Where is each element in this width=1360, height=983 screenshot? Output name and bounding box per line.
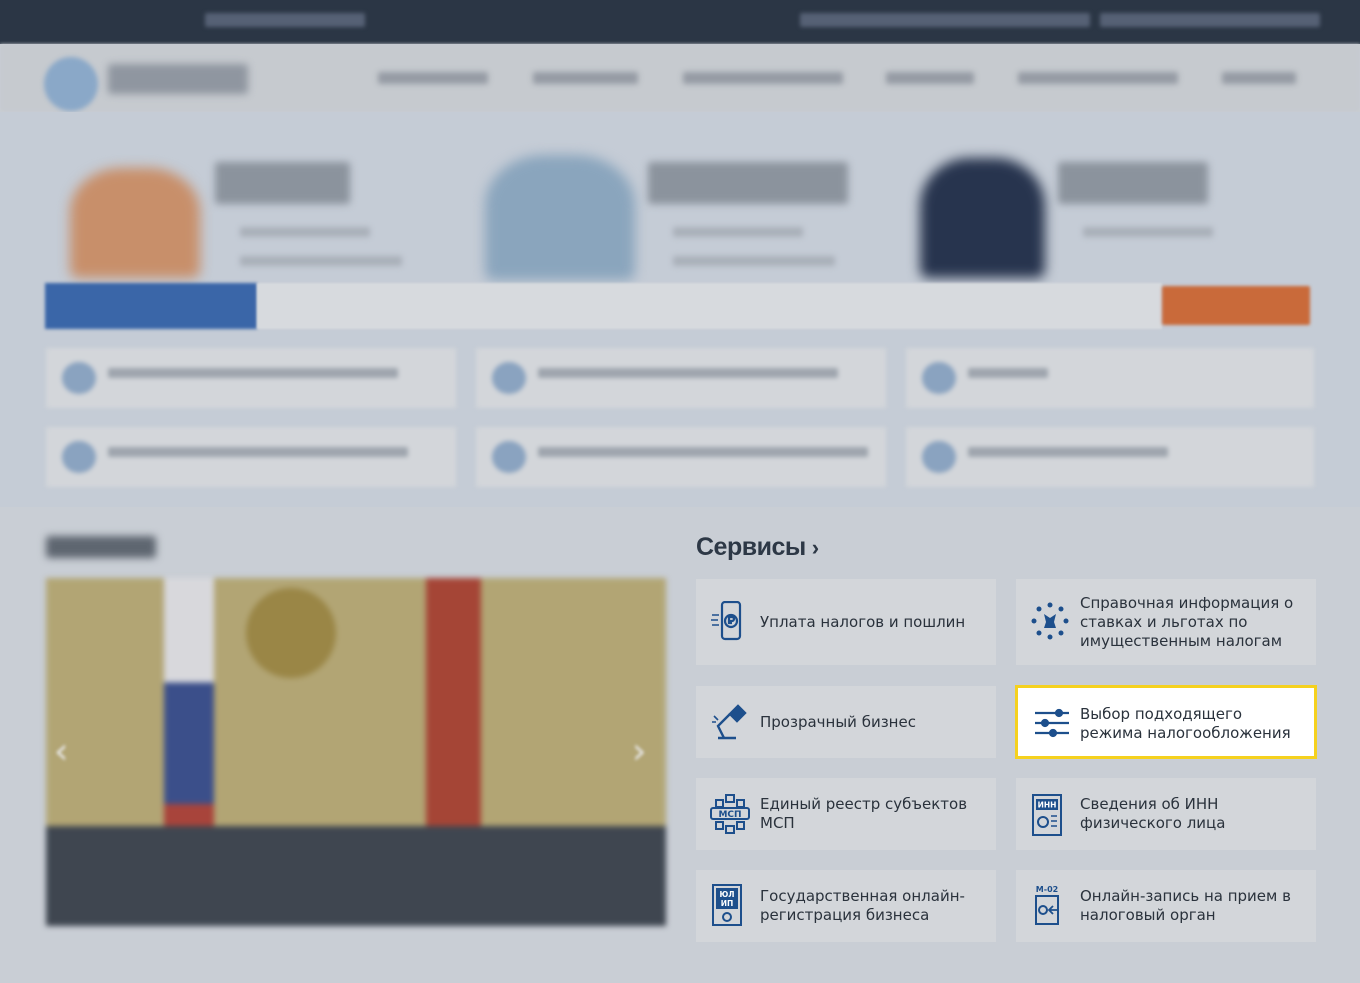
news-slider[interactable] — [46, 578, 666, 926]
service-card-transparent-business[interactable]: Прозрачный бизнес — [696, 686, 996, 758]
hero-heading[interactable] — [1058, 162, 1208, 204]
quick-link-card[interactable] — [476, 427, 886, 487]
topbar-social — [1100, 13, 1320, 27]
svg-text:МСП: МСП — [718, 810, 741, 820]
emblem-circle-icon — [1030, 601, 1069, 641]
sliders-icon — [1033, 703, 1069, 743]
desk-lamp-icon — [710, 702, 747, 742]
slider-prev-icon[interactable]: ‹ — [54, 732, 80, 772]
hero-image-entrepreneur — [485, 155, 635, 280]
chevron-right-icon: › — [811, 535, 819, 560]
svg-text:ИП: ИП — [721, 899, 734, 908]
quick-link-card[interactable] — [46, 348, 456, 408]
service-card-business-registration[interactable]: ЮЛ ИП Государственная онлайн-регистрация … — [696, 870, 996, 942]
nav-item[interactable] — [533, 72, 638, 84]
nav-item[interactable] — [683, 72, 843, 84]
service-card-tax-regime-selection[interactable]: Выбор подходящего режима налогообложения — [1015, 685, 1317, 759]
service-label: Единый реестр субъектов МСП — [760, 795, 968, 832]
nav-item[interactable] — [1018, 72, 1178, 84]
search-input[interactable] — [257, 283, 1162, 329]
phone-ruble-icon — [710, 600, 746, 641]
hero-heading[interactable] — [215, 162, 350, 204]
topbar-links — [800, 13, 1090, 27]
quick-link-card[interactable] — [46, 427, 456, 487]
service-label: Прозрачный бизнес — [760, 713, 916, 731]
service-card-property-tax-info[interactable]: Справочная информация о ставках и льгота… — [1016, 579, 1316, 665]
service-card-tax-payment[interactable]: Уплата налогов и пошлин — [696, 579, 996, 665]
nav-item[interactable] — [378, 72, 488, 84]
service-card-appointment[interactable]: М-02 Онлайн-запись на прием в налоговый … — [1016, 870, 1316, 942]
logo-text — [108, 64, 248, 94]
service-card-inn-info[interactable]: ИНН Сведения об ИНН физического лица — [1016, 778, 1316, 850]
services-title[interactable]: Сервисы › — [696, 533, 819, 562]
hero-link[interactable] — [673, 227, 803, 237]
service-label: Уплата налогов и пошлин — [760, 613, 966, 631]
region-selector[interactable] — [205, 13, 365, 27]
hero-link[interactable] — [240, 256, 402, 266]
inn-document-icon: ИНН — [1030, 794, 1066, 836]
nav-item[interactable] — [886, 72, 974, 84]
fns-logo-icon[interactable] — [44, 57, 98, 111]
services-title-text: Сервисы — [696, 533, 806, 561]
service-card-msp-registry[interactable]: МСП Единый реестр субъектов МСП — [696, 778, 996, 850]
svg-text:М-02: М-02 — [1036, 885, 1058, 894]
quick-link-card[interactable] — [906, 427, 1314, 487]
svg-text:ЮЛ: ЮЛ — [719, 890, 734, 899]
hero-link[interactable] — [240, 227, 370, 237]
svg-text:ИНН: ИНН — [1038, 801, 1057, 810]
service-label: Справочная информация о ставках и льгота… — [1080, 594, 1294, 650]
service-label: Сведения об ИНН физического лица — [1080, 795, 1226, 832]
service-label: Выбор подходящего режима налогообложения — [1080, 705, 1291, 742]
hero-link[interactable] — [673, 256, 835, 266]
slider-next-icon[interactable]: › — [632, 732, 658, 772]
service-label: Государственная онлайн-регистрация бизне… — [760, 887, 965, 924]
search-button[interactable] — [1162, 286, 1310, 325]
quick-link-card[interactable] — [476, 348, 886, 408]
news-heading[interactable] — [46, 536, 156, 558]
msp-network-icon: МСП — [710, 794, 750, 834]
quick-link-card[interactable] — [906, 348, 1314, 408]
service-label: Онлайн-запись на прием в налоговый орган — [1080, 887, 1291, 924]
hero-heading[interactable] — [648, 162, 848, 204]
ul-ip-document-icon: ЮЛ ИП — [710, 884, 746, 926]
top-bar — [0, 0, 1360, 44]
hero-image-businessman — [920, 158, 1045, 278]
m02-document-icon: М-02 — [1030, 884, 1066, 925]
hero-image-family — [70, 168, 200, 278]
nav-item[interactable] — [1222, 72, 1296, 84]
hero-link[interactable] — [1083, 227, 1213, 237]
search-scope-select[interactable] — [45, 283, 257, 329]
news-caption — [46, 826, 666, 926]
